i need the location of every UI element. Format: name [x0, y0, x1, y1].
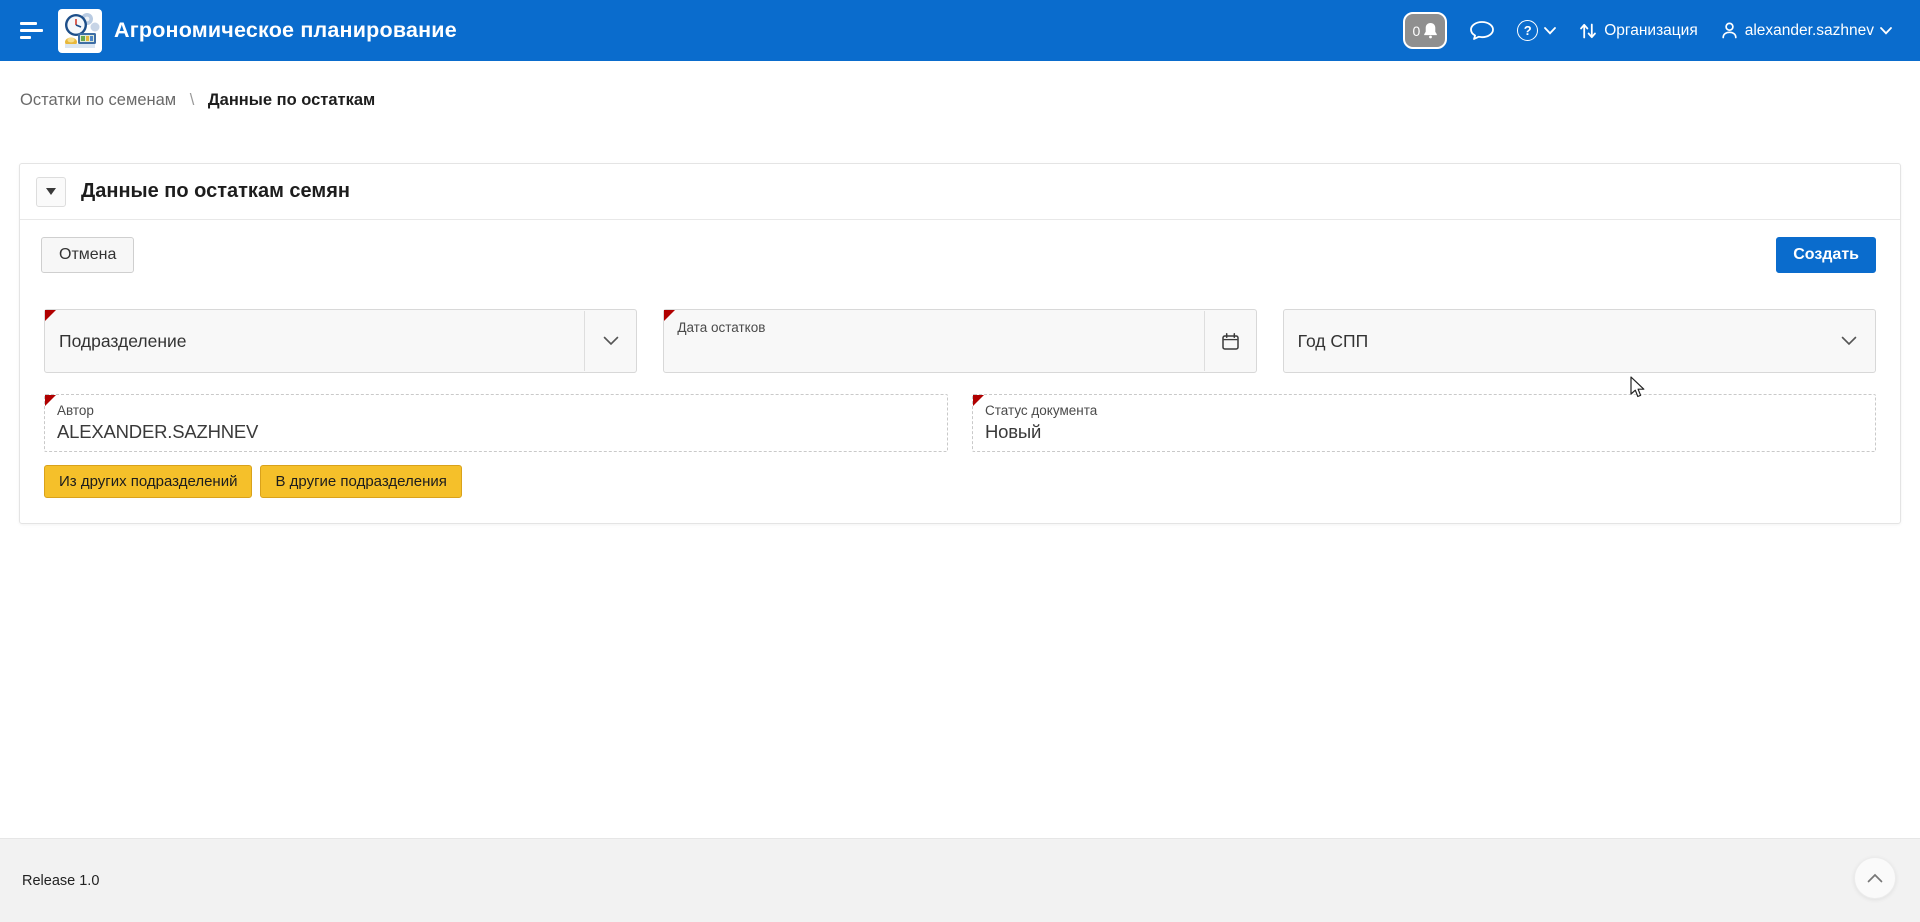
document-status-value: Новый: [985, 421, 1863, 443]
panel-title: Данные по остаткам семян: [81, 180, 350, 203]
user-menu-button[interactable]: alexander.sazhnev: [1720, 21, 1892, 40]
balance-date-input[interactable]: Дата остатков: [663, 309, 1256, 373]
breadcrumb-parent-link[interactable]: Остатки по семенам: [20, 91, 176, 109]
app-title: Агрономическое планирование: [114, 18, 457, 43]
spp-year-placeholder: Год СПП: [1298, 310, 1369, 372]
document-status-field: Статус документа Новый: [972, 394, 1876, 452]
spp-year-select[interactable]: Год СПП: [1283, 309, 1876, 373]
cancel-button[interactable]: Отмена: [41, 237, 134, 273]
panel-header: Данные по остаткам семян: [20, 164, 1900, 220]
triangle-down-icon: [46, 188, 56, 195]
create-button[interactable]: Создать: [1776, 237, 1876, 273]
page-footer: Release 1.0: [0, 838, 1920, 922]
panel-toolbar: Отмена Создать: [20, 220, 1900, 273]
notifications-button[interactable]: 0: [1403, 12, 1447, 49]
organization-switch-button[interactable]: Организация: [1578, 21, 1697, 41]
app-header: Агрономическое планирование 0 ?: [0, 0, 1920, 61]
seed-balance-panel: Данные по остаткам семян Отмена Создать …: [19, 163, 1901, 524]
breadcrumb-separator: \: [190, 91, 195, 109]
agro-logo-icon: [60, 11, 100, 51]
balance-date-label: Дата остатков: [677, 320, 765, 335]
chevron-up-icon: [1867, 873, 1883, 883]
author-label: Автор: [57, 403, 935, 418]
chevron-down-icon: [1841, 336, 1857, 346]
author-field: Автор ALEXANDER.SAZHNEV: [44, 394, 948, 452]
organization-label: Организация: [1604, 22, 1697, 40]
department-placeholder: Подразделение: [59, 310, 187, 372]
chevron-down-icon: [1880, 27, 1892, 35]
app-logo: [58, 9, 102, 53]
author-value: ALEXANDER.SAZHNEV: [57, 421, 935, 443]
calendar-icon: [1221, 332, 1240, 351]
from-other-departments-button[interactable]: Из других подразделений: [44, 465, 252, 498]
chevron-down-icon: [1544, 27, 1556, 35]
balance-form: Подразделение Дата остатков: [20, 273, 1900, 523]
menu-hamburger-icon[interactable]: [20, 22, 44, 39]
chat-button[interactable]: [1469, 20, 1495, 42]
person-icon: [1720, 21, 1739, 40]
release-version: Release 1.0: [22, 873, 99, 889]
user-name: alexander.sazhnev: [1745, 22, 1874, 40]
help-icon: ?: [1517, 20, 1538, 41]
to-other-departments-button[interactable]: В другие подразделения: [260, 465, 461, 498]
help-menu-button[interactable]: ?: [1517, 20, 1556, 41]
notification-count-badge: 0: [1412, 23, 1420, 39]
swap-arrows-icon: [1578, 21, 1598, 41]
chat-bubble-icon: [1469, 20, 1495, 42]
chevron-down-icon: [603, 336, 619, 346]
scroll-to-top-button[interactable]: [1854, 857, 1896, 899]
document-status-label: Статус документа: [985, 403, 1863, 418]
collapse-panel-button[interactable]: [36, 177, 66, 207]
breadcrumb: Остатки по семенам \ Данные по остаткам: [0, 61, 1920, 113]
bell-icon: [1423, 22, 1438, 39]
breadcrumb-current: Данные по остаткам: [208, 91, 375, 109]
transfer-actions: Из других подразделений В другие подразд…: [44, 465, 1876, 498]
department-select[interactable]: Подразделение: [44, 309, 637, 373]
